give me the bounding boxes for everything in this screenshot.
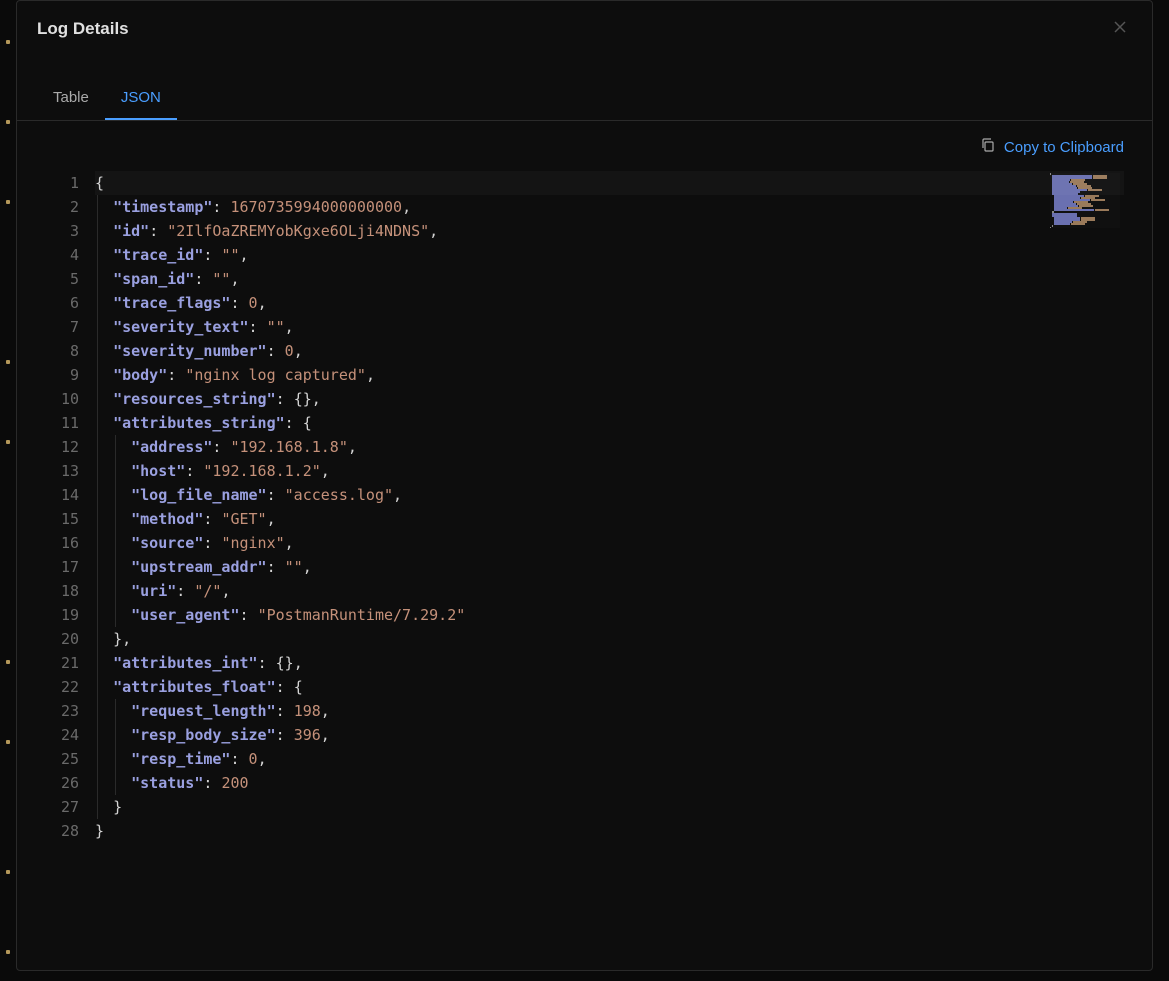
line-number: 10 (53, 387, 79, 411)
background-stripe (0, 0, 16, 981)
tab-table[interactable]: Table (37, 77, 105, 120)
line-number: 2 (53, 195, 79, 219)
code-line[interactable]: "method": "GET", (95, 507, 1124, 531)
code-line[interactable]: "body": "nginx log captured", (95, 363, 1124, 387)
code-line[interactable]: "host": "192.168.1.2", (95, 459, 1124, 483)
code-line[interactable]: { (95, 171, 1124, 195)
code-line[interactable]: "resources_string": {}, (95, 387, 1124, 411)
close-icon[interactable] (1108, 15, 1132, 43)
line-number: 1 (53, 171, 79, 195)
code-line[interactable]: "severity_text": "", (95, 315, 1124, 339)
line-number: 11 (53, 411, 79, 435)
code-line[interactable]: }, (95, 627, 1124, 651)
line-number: 16 (53, 531, 79, 555)
code-line[interactable]: "attributes_int": {}, (95, 651, 1124, 675)
line-number: 5 (53, 267, 79, 291)
code-line[interactable]: "source": "nginx", (95, 531, 1124, 555)
tabs-bar: Table JSON (17, 77, 1152, 121)
line-number: 22 (53, 675, 79, 699)
code-line[interactable]: } (95, 819, 1124, 843)
code-line[interactable]: "resp_body_size": 396, (95, 723, 1124, 747)
line-number: 7 (53, 315, 79, 339)
code-line[interactable]: "id": "2IlfOaZREMYobKgxe6OLji4NDNS", (95, 219, 1124, 243)
modal-header: Log Details (17, 1, 1152, 57)
copy-label: Copy to Clipboard (1004, 139, 1124, 156)
line-number: 23 (53, 699, 79, 723)
code-line[interactable]: "attributes_string": { (95, 411, 1124, 435)
line-number: 19 (53, 603, 79, 627)
code-content[interactable]: { "timestamp": 1670735994000000000, "id"… (89, 169, 1124, 950)
line-number: 14 (53, 483, 79, 507)
code-line[interactable]: "trace_id": "", (95, 243, 1124, 267)
line-number: 21 (53, 651, 79, 675)
line-number: 24 (53, 723, 79, 747)
line-number: 6 (53, 291, 79, 315)
tab-json[interactable]: JSON (105, 77, 177, 120)
code-line[interactable]: "request_length": 198, (95, 699, 1124, 723)
line-number: 8 (53, 339, 79, 363)
code-line[interactable]: "upstream_addr": "", (95, 555, 1124, 579)
line-number: 27 (53, 795, 79, 819)
code-line[interactable]: "resp_time": 0, (95, 747, 1124, 771)
code-line[interactable]: "trace_flags": 0, (95, 291, 1124, 315)
code-editor[interactable]: 1234567891011121314151617181920212223242… (45, 169, 1124, 950)
line-number: 13 (53, 459, 79, 483)
code-line[interactable]: "uri": "/", (95, 579, 1124, 603)
copy-icon (980, 137, 996, 157)
line-number: 17 (53, 555, 79, 579)
line-number: 26 (53, 771, 79, 795)
code-line[interactable]: "user_agent": "PostmanRuntime/7.29.2" (95, 603, 1124, 627)
line-number: 18 (53, 579, 79, 603)
log-details-modal: Log Details Table JSON Copy to Clipboard… (16, 0, 1153, 971)
code-line[interactable]: "severity_number": 0, (95, 339, 1124, 363)
line-number: 25 (53, 747, 79, 771)
line-number: 20 (53, 627, 79, 651)
code-line[interactable]: } (95, 795, 1124, 819)
line-number: 28 (53, 819, 79, 843)
code-line[interactable]: "attributes_float": { (95, 675, 1124, 699)
code-line[interactable]: "log_file_name": "access.log", (95, 483, 1124, 507)
copy-to-clipboard-button[interactable]: Copy to Clipboard (980, 137, 1124, 157)
line-number: 4 (53, 243, 79, 267)
line-number: 12 (53, 435, 79, 459)
code-line[interactable]: "status": 200 (95, 771, 1124, 795)
line-number: 9 (53, 363, 79, 387)
line-number-gutter: 1234567891011121314151617181920212223242… (45, 169, 89, 950)
code-line[interactable]: "timestamp": 1670735994000000000, (95, 195, 1124, 219)
line-number: 15 (53, 507, 79, 531)
code-line[interactable]: "span_id": "", (95, 267, 1124, 291)
modal-title: Log Details (37, 19, 129, 39)
line-number: 3 (53, 219, 79, 243)
editor-toolbar: Copy to Clipboard (17, 121, 1152, 169)
code-line[interactable]: "address": "192.168.1.8", (95, 435, 1124, 459)
